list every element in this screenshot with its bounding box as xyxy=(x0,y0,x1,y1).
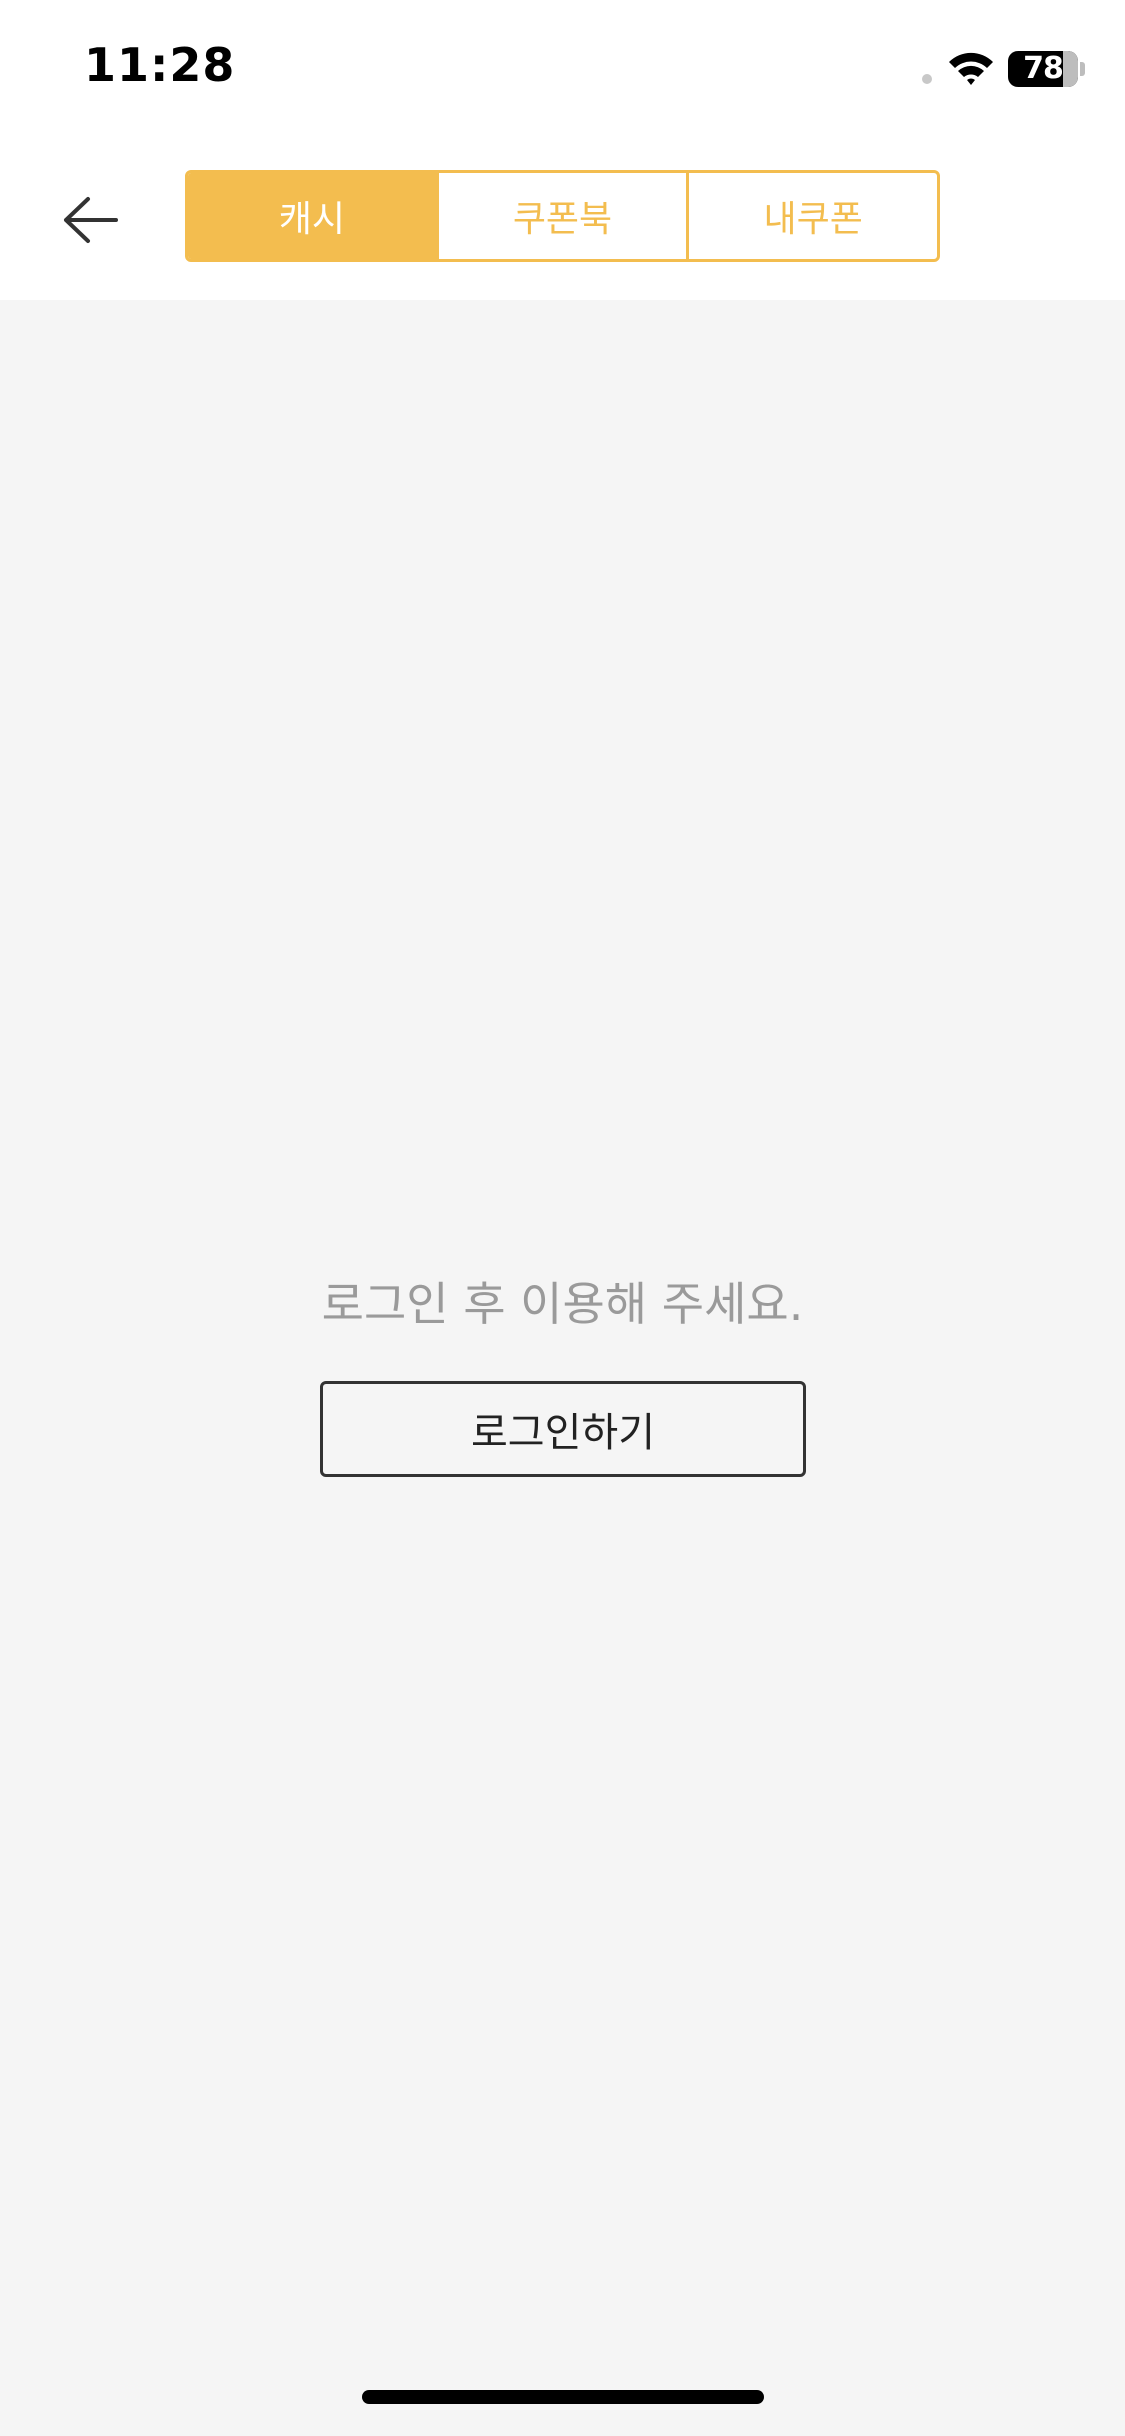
nav-bar: 캐시 쿠폰북 내쿠폰 xyxy=(0,140,1125,300)
battery-icon: 78 xyxy=(1008,51,1078,87)
dot-indicator-icon xyxy=(922,74,932,84)
status-time: 11:28 xyxy=(84,38,236,92)
login-button[interactable]: 로그인하기 xyxy=(320,1381,806,1477)
tab-coupon-book[interactable]: 쿠폰북 xyxy=(435,173,687,259)
arrow-left-icon xyxy=(64,197,118,243)
battery-cap xyxy=(1080,62,1085,76)
wifi-icon xyxy=(949,52,993,85)
back-button[interactable] xyxy=(50,184,130,256)
tab-my-coupons[interactable]: 내쿠폰 xyxy=(686,173,937,259)
segment-tabs: 캐시 쿠폰북 내쿠폰 xyxy=(185,170,940,262)
tab-cash[interactable]: 캐시 xyxy=(188,173,436,259)
login-required-message: 로그인 후 이용해 주세요. xyxy=(321,1277,804,1331)
status-bar: 11:28 78 xyxy=(0,0,1125,140)
home-indicator[interactable] xyxy=(362,2390,764,2404)
battery-level: 78 xyxy=(1023,51,1064,86)
